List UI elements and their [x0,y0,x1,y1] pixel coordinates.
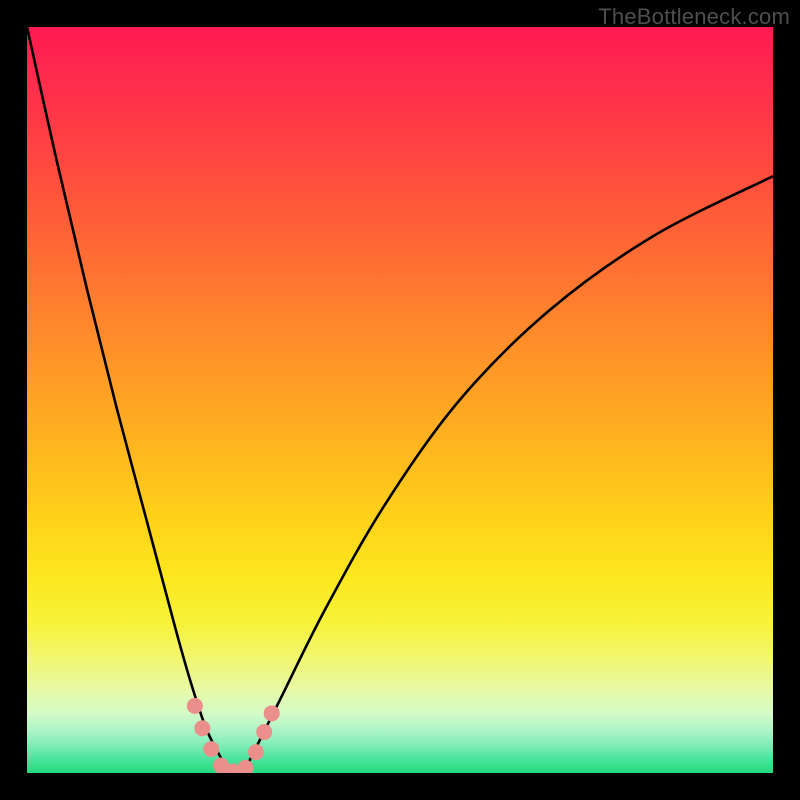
data-marker [248,744,264,760]
data-marker [194,720,210,736]
watermark-text: TheBottleneck.com [598,4,790,30]
curve-path [27,27,773,773]
data-marker [238,760,254,773]
chart-frame: TheBottleneck.com [0,0,800,800]
data-marker [187,698,203,714]
plot-area [27,27,773,773]
data-marker [256,724,272,740]
data-marker [264,705,280,721]
data-marker [203,741,219,757]
bottleneck-curve [27,27,773,773]
